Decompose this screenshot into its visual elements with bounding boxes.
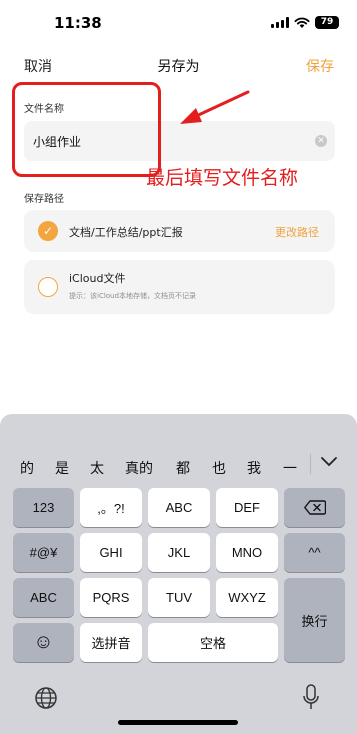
save-button[interactable]: 保存 bbox=[306, 56, 334, 76]
radio-checked-icon[interactable]: ✓ bbox=[38, 221, 58, 241]
key-tuv[interactable]: TUV bbox=[148, 578, 210, 617]
key-123[interactable]: 123 bbox=[13, 488, 74, 527]
annotation-highlight-box bbox=[12, 82, 161, 177]
candidate-word[interactable]: 太 bbox=[90, 458, 104, 478]
microphone-icon[interactable] bbox=[302, 684, 320, 712]
key-ghi[interactable]: GHI bbox=[80, 533, 142, 572]
key-def[interactable]: DEF bbox=[216, 488, 278, 527]
change-path-button[interactable]: 更改路径 bbox=[275, 224, 319, 240]
candidate-bar: 的 是 太 真的 都 也 我 一 bbox=[0, 414, 357, 480]
key-pinyin[interactable]: 选拼音 bbox=[80, 623, 142, 662]
clear-icon[interactable]: ✕ bbox=[315, 135, 327, 147]
save-path-label: 保存路径 bbox=[24, 194, 64, 205]
space-key[interactable]: 空格 bbox=[148, 623, 278, 662]
key-abc-switch[interactable]: ABC bbox=[13, 578, 74, 617]
candidate-word[interactable]: 我 bbox=[247, 458, 261, 478]
status-time: 11:38 bbox=[54, 14, 102, 32]
candidate-word[interactable]: 一 bbox=[283, 458, 297, 478]
backspace-icon bbox=[303, 500, 326, 515]
key-punctuation[interactable]: ,。?! bbox=[80, 488, 142, 527]
keyboard: 的 是 太 真的 都 也 我 一 123 ,。?! ABC DEF #@¥ GH… bbox=[0, 414, 357, 734]
key-mno[interactable]: MNO bbox=[216, 533, 278, 572]
backspace-key[interactable] bbox=[284, 488, 345, 527]
path-option-icloud[interactable]: iCloud文件 提示：该iCloud本地存储，文档页不记录 bbox=[24, 260, 335, 314]
nav-bar: 取消 另存为 保存 bbox=[0, 48, 357, 82]
candidate-word[interactable]: 真的 bbox=[125, 458, 153, 478]
battery-icon: 79 bbox=[315, 16, 339, 29]
key-symbols[interactable]: #@¥ bbox=[13, 533, 74, 572]
chevron-down-icon[interactable] bbox=[319, 454, 339, 470]
path-option-docs[interactable]: ✓ 文档/工作总结/ppt汇报 更改路径 bbox=[24, 210, 335, 252]
candidate-divider bbox=[310, 454, 311, 474]
candidate-word[interactable]: 的 bbox=[20, 458, 34, 478]
status-icons: 79 bbox=[271, 16, 339, 29]
key-wxyz[interactable]: WXYZ bbox=[216, 578, 278, 617]
candidate-word[interactable]: 是 bbox=[55, 458, 69, 478]
emoji-key[interactable]: ☺ bbox=[13, 623, 74, 662]
key-abc[interactable]: ABC bbox=[148, 488, 210, 527]
path-option-hint: 提示：该iCloud本地存储，文档页不记录 bbox=[69, 292, 196, 300]
home-indicator[interactable] bbox=[118, 720, 238, 725]
globe-icon[interactable] bbox=[34, 686, 58, 710]
path-option-label: 文档/工作总结/ppt汇报 bbox=[69, 226, 183, 239]
page-title: 另存为 bbox=[157, 59, 200, 75]
signal-icon bbox=[271, 17, 289, 28]
key-jkl[interactable]: JKL bbox=[148, 533, 210, 572]
status-bar: 11:38 79 bbox=[0, 0, 357, 44]
annotation-text: 最后填写文件名称 bbox=[146, 167, 299, 189]
wifi-icon bbox=[294, 17, 310, 28]
radio-empty-icon[interactable] bbox=[38, 277, 58, 297]
candidate-word[interactable]: 都 bbox=[176, 458, 190, 478]
annotation-arrow-icon bbox=[180, 90, 250, 124]
path-option-label: iCloud文件 bbox=[69, 272, 126, 285]
key-caret[interactable]: ^^ bbox=[284, 533, 345, 572]
candidate-word[interactable]: 也 bbox=[212, 458, 226, 478]
return-key[interactable]: 换行 bbox=[284, 578, 345, 662]
key-pqrs[interactable]: PQRS bbox=[80, 578, 142, 617]
